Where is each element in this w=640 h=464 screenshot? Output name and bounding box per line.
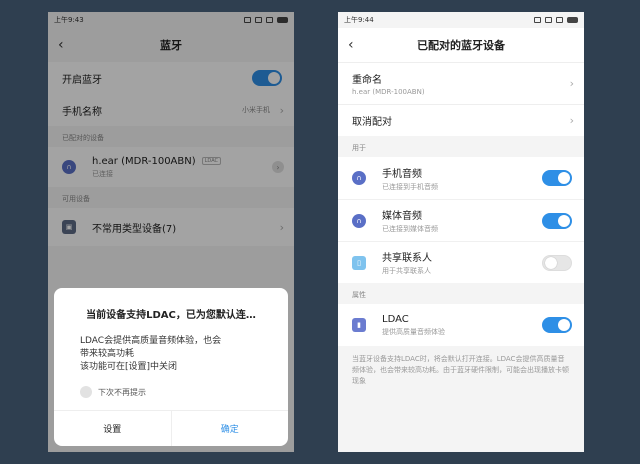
chevron-right-icon: › xyxy=(569,77,574,90)
phone-audio-label: 手机音频 xyxy=(382,168,422,180)
dont-show-again-row[interactable]: 下次不再提示 xyxy=(54,374,288,398)
status-time: 上午9:44 xyxy=(344,16,374,24)
bluetooth-settings-screen: 上午9:43 ‹ 蓝牙 开启蓝牙 手机名称 小米手机 › 已配对的设备 ∩ h.… xyxy=(48,12,294,452)
dialog-buttons: 设置 确定 xyxy=(54,410,288,446)
dont-show-again-label: 下次不再提示 xyxy=(98,387,146,397)
contacts-label: 共享联系人 xyxy=(382,253,432,264)
back-arrow-icon[interactable]: ‹ xyxy=(348,37,354,53)
dialog-title: 当前设备支持LDAC，已为您默认连… xyxy=(86,310,256,321)
contacts-icon: ▯ xyxy=(352,255,366,270)
ldac-sub: 提供高质量音频体验 xyxy=(382,327,445,336)
chevron-right-icon: › xyxy=(569,114,574,127)
settings-button[interactable]: 设置 xyxy=(54,411,171,446)
use-section-label: 用于 xyxy=(352,144,366,152)
status-bar: 上午9:44 xyxy=(338,12,584,28)
contacts-toggle[interactable] xyxy=(542,254,572,271)
contacts-sub: 用于共享联系人 xyxy=(382,267,431,275)
dialog-body-line: 该功能可在[设置]中关闭 xyxy=(80,362,178,372)
confirm-button[interactable]: 确定 xyxy=(170,411,289,446)
media-audio-icon: ∩ xyxy=(352,213,366,228)
ldac-dialog: 当前设备支持LDAC，已为您默认连… LDAC会提供高质量音频体验，也会 带来较… xyxy=(54,288,288,446)
media-audio-sub: 已连接到媒体音频 xyxy=(382,225,438,233)
title-bar: ‹ 已配对的蓝牙设备 xyxy=(338,28,584,62)
phone-audio-icon: ∩ xyxy=(352,171,366,185)
paired-device-screen: 上午9:44 ‹ 已配对的蓝牙设备 重命名 h.ear (MDR-100ABN)… xyxy=(338,12,584,452)
unpair-row[interactable]: 取消配对 › xyxy=(338,104,584,136)
phone-audio-sub: 已连接到手机音频 xyxy=(382,182,438,191)
alarm-status-icon xyxy=(545,17,552,23)
ldac-toggle[interactable] xyxy=(542,317,572,333)
media-audio-toggle[interactable] xyxy=(542,212,572,229)
phone-audio-toggle[interactable] xyxy=(542,170,572,186)
bluetooth-status-icon xyxy=(534,17,541,23)
ldac-row[interactable]: ▮ LDAC 提供高质量音频体验 xyxy=(338,304,584,346)
ldac-label: LDAC xyxy=(382,313,409,325)
page-title: 已配对的蓝牙设备 xyxy=(417,39,505,52)
ldac-icon: ▮ xyxy=(352,318,366,332)
rename-value: h.ear (MDR-100ABN) xyxy=(352,88,425,96)
dialog-body-line: LDAC会提供高质量音频体验，也会 xyxy=(80,336,222,346)
media-audio-label: 媒体音频 xyxy=(382,211,422,222)
ldac-footer-note: 当蓝牙设备支持LDAC时，将会默认打开连接。LDAC会提供高质量音频体验，也会带… xyxy=(352,355,569,385)
dialog-body-line: 带来较高功耗 xyxy=(80,349,135,359)
attr-section-label: 属性 xyxy=(352,291,366,299)
rename-row[interactable]: 重命名 h.ear (MDR-100ABN) › xyxy=(338,62,584,104)
battery-icon xyxy=(567,17,578,23)
phone-audio-row[interactable]: ∩ 手机音频 已连接到手机音频 xyxy=(338,157,584,199)
media-audio-row[interactable]: ∩ 媒体音频 已连接到媒体音频 xyxy=(338,199,584,241)
dialog-body: LDAC会提供高质量音频体验，也会 带来较高功耗 该功能可在[设置]中关闭 xyxy=(54,321,288,374)
unpair-label: 取消配对 xyxy=(352,117,392,128)
rename-label: 重命名 xyxy=(352,75,382,86)
contacts-row[interactable]: ▯ 共享联系人 用于共享联系人 xyxy=(338,241,584,283)
dont-show-again-checkbox[interactable] xyxy=(80,386,92,398)
wifi-status-icon xyxy=(556,17,563,23)
